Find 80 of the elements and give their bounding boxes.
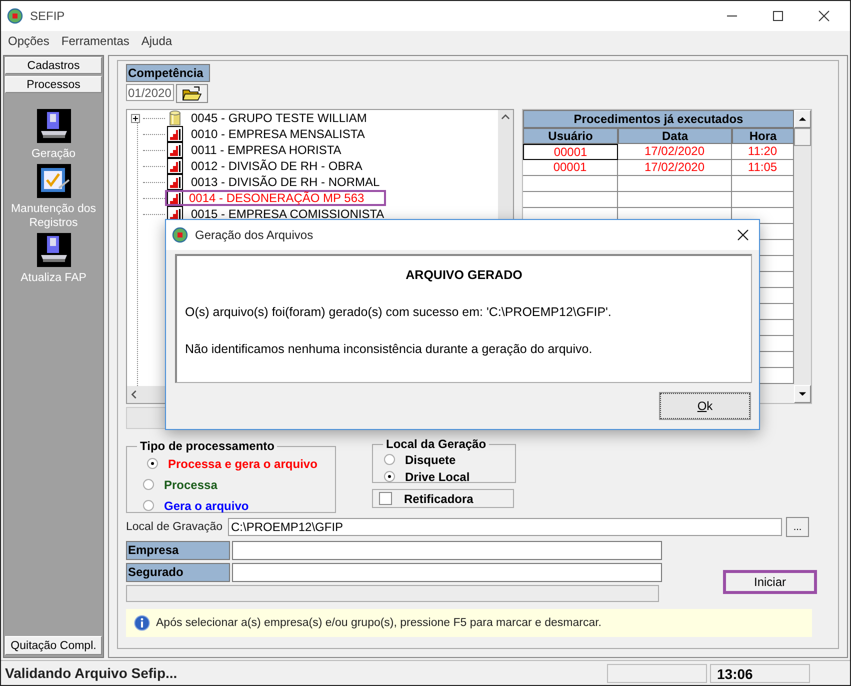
table-cell: 17/02/2020 <box>618 160 732 176</box>
field-label: Local de Gravação <box>126 521 224 533</box>
scroll-up-icon[interactable] <box>501 114 510 120</box>
radio-button[interactable] <box>143 479 154 490</box>
sidebar-button[interactable]: Quitação Compl. <box>5 636 102 655</box>
path-field[interactable]: C:\PROEMP12\GFIP <box>228 518 782 536</box>
app-icon <box>172 227 188 243</box>
company-icon <box>167 158 183 174</box>
tree-item[interactable]: 0011 - EMPRESA HORISTA <box>187 142 346 158</box>
message-text: O(s) arquivo(s) foi(foram) gerado(s) com sucesso em: 'C:\PROEMP12\GFIP'. <box>185 305 612 319</box>
company-icon <box>167 126 183 142</box>
menu-item[interactable]: Ferramentas <box>61 34 130 48</box>
empresa-field[interactable] <box>232 541 662 560</box>
radio-button[interactable] <box>143 500 154 511</box>
status-message: Validando Arquivo Sefip... <box>4 665 178 681</box>
tree-item[interactable]: 0010 - EMPRESA MENSALISTA <box>187 126 369 142</box>
table-cell: 17/02/2020 <box>618 144 732 160</box>
tree-item[interactable]: 0015 - EMPRESA COMISSIONISTA <box>187 206 388 222</box>
scroll-down-button[interactable] <box>794 385 811 403</box>
close-icon[interactable] <box>818 10 830 22</box>
dialog-title: Geração dos Arquivos <box>195 228 314 242</box>
scroll-up-icon[interactable] <box>798 116 807 122</box>
app-icon <box>7 8 23 24</box>
ok-button[interactable]: Ok <box>660 393 750 419</box>
table-cell <box>732 192 794 208</box>
field-label: Empresa <box>126 541 230 560</box>
menu-item[interactable]: Ajuda <box>141 34 172 48</box>
message-text: Não identificamos nenhuma inconsistência durante a geração do arquivo. <box>185 342 594 356</box>
checkbox-label[interactable]: Retificadora <box>404 492 474 506</box>
close-icon[interactable] <box>737 229 749 241</box>
column-header: Hora <box>732 128 794 144</box>
sidebar-tab[interactable]: Cadastros <box>5 57 102 74</box>
group-title: Local da Geração <box>385 437 488 451</box>
competencia-label: Competência <box>126 64 210 82</box>
scroll-left-icon[interactable] <box>131 390 137 399</box>
start-button[interactable]: Iniciar <box>723 570 817 594</box>
scroll-down-icon[interactable] <box>798 391 807 397</box>
checklist-icon[interactable] <box>36 164 70 198</box>
radio-button[interactable] <box>384 454 395 465</box>
message-heading: ARQUIVO GERADO <box>404 268 524 282</box>
radio-button[interactable] <box>384 471 395 482</box>
info-icon <box>134 615 150 631</box>
radio-label[interactable]: Processa <box>164 478 218 492</box>
group-title: Tipo de processamento <box>139 439 276 453</box>
expand-icon[interactable] <box>131 114 140 122</box>
scroll-up-button[interactable] <box>794 110 811 128</box>
browse-button[interactable]: ... <box>786 517 809 537</box>
table-cell <box>732 176 794 192</box>
info-text: Após selecionar a(s) empresa(s) e/ou grupo(s), pressione F5 para marcar e desmarcar. <box>156 617 602 629</box>
table-cell: 11:05 <box>732 160 794 176</box>
table-title: Procedimentos já executados <box>523 110 794 128</box>
company-icon <box>167 174 183 190</box>
tree-item[interactable]: 0013 - DIVISÃO DE RH - NORMAL <box>187 174 384 190</box>
status-time: 13:06 <box>710 664 810 682</box>
radio-label[interactable]: Processa e gera o arquivo <box>168 456 318 470</box>
sidebar-tab[interactable]: Processos <box>5 76 102 93</box>
cylinder-icon <box>167 110 183 126</box>
column-header: Data <box>618 128 732 144</box>
column-header: Usuário <box>523 128 618 144</box>
radio-button[interactable] <box>147 458 158 469</box>
radio-label[interactable]: Drive Local <box>405 470 470 484</box>
table-cell: 11:20 <box>732 144 794 160</box>
tree-item[interactable]: 0014 - DESONERAÇÃO MP 563 <box>165 190 386 206</box>
segurado-field[interactable] <box>232 563 662 582</box>
vertical-scrollbar[interactable] <box>794 110 811 403</box>
radio-label[interactable]: Gera o arquivo <box>164 498 249 512</box>
radio-label[interactable]: Disquete <box>405 452 456 466</box>
competencia-field[interactable]: 01/2020 <box>126 84 174 101</box>
tree-item[interactable]: 0012 - DIVISÃO DE RH - OBRA <box>187 158 366 174</box>
menu-item[interactable]: Opções <box>8 34 50 48</box>
field-label: Segurado <box>126 563 230 582</box>
table-cell: 00001 <box>523 160 618 176</box>
open-folder-button[interactable] <box>176 84 208 103</box>
scroll-thumb[interactable] <box>794 128 811 146</box>
maximize-icon[interactable] <box>772 10 784 22</box>
checkbox[interactable] <box>379 492 392 505</box>
table-cell: 00001 <box>523 144 618 160</box>
window-title: SEFIP <box>30 9 65 23</box>
company-icon <box>167 142 183 158</box>
tree-item[interactable]: 0045 - GRUPO TESTE WILLIAM <box>187 110 371 126</box>
